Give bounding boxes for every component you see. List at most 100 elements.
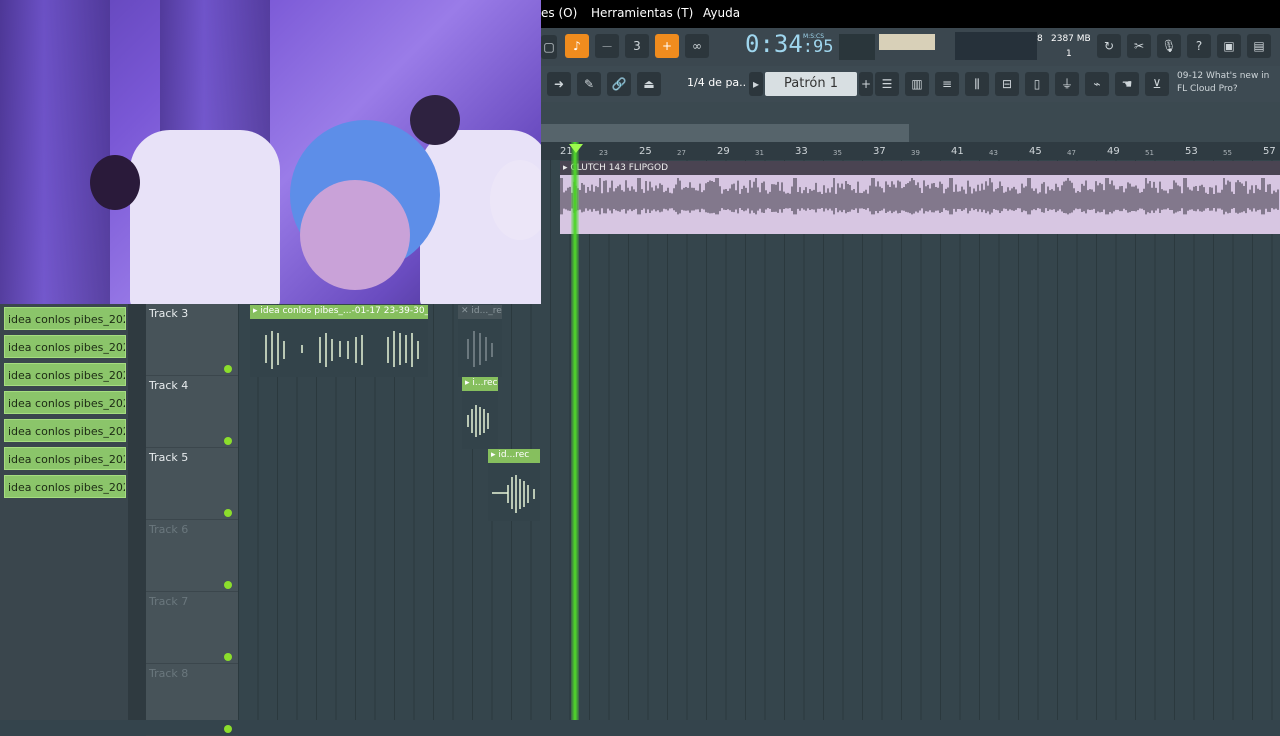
waveform	[467, 331, 493, 367]
stamp-icon[interactable]: ⏏	[637, 72, 661, 96]
hand-icon[interactable]: ☚	[1115, 72, 1139, 96]
waveform	[492, 475, 535, 513]
ruler-bar-43: 43	[989, 149, 998, 157]
webcam-overlay	[0, 0, 541, 304]
track-mute-led[interactable]	[224, 725, 232, 733]
track-mute-led[interactable]	[224, 509, 232, 517]
pencil-icon[interactable]: ✎	[577, 72, 601, 96]
scrollbar-thumb[interactable]	[541, 124, 909, 142]
countdown-icon[interactable]: 3	[625, 34, 649, 58]
mixer-icon[interactable]: ⫼	[965, 72, 989, 96]
track-header-3[interactable]: Track 3	[146, 304, 238, 376]
link-icon[interactable]: 🔗	[607, 72, 631, 96]
track-name: Track 5	[149, 451, 189, 464]
mic-icon[interactable]: 🎙	[1157, 34, 1181, 58]
vertical-scrollbar[interactable]	[128, 304, 146, 720]
clip-list-item[interactable]: idea conlos pibes_2026-...	[4, 475, 126, 498]
ruler-bar-55: 55	[1223, 149, 1232, 157]
clip-list-item[interactable]: idea conlos pibes_2026-...	[4, 363, 126, 386]
menu-bar: es (O) Herramientas (T) Ayuda	[541, 0, 1280, 28]
clip-list-item[interactable]: idea conlos pibes_2026-...	[4, 419, 126, 442]
ruler-bar-27: 27	[677, 149, 686, 157]
audio-clip-track3-ghost[interactable]: ✕ id..._rec	[458, 305, 502, 377]
menu-item-opciones[interactable]: es (O)	[541, 6, 577, 20]
audio-clip-track5[interactable]: ▸ id...rec	[488, 449, 540, 521]
clip-list-item[interactable]: idea conlos pibes_2026-...	[4, 447, 126, 470]
ruler-bar-33: 33	[795, 146, 808, 157]
ruler-bar-39: 39	[911, 149, 920, 157]
ruler-bar-57: 57	[1263, 146, 1276, 157]
cut-icon[interactable]: ✂	[1127, 34, 1151, 58]
menu-item-ayuda[interactable]: Ayuda	[703, 6, 740, 20]
track-name: Track 6	[149, 523, 189, 536]
track-header-5[interactable]: Track 5	[146, 448, 238, 520]
play-small-icon[interactable]: ▸	[749, 72, 763, 96]
ruler-bar-31: 31	[755, 149, 764, 157]
news-panel[interactable]: 09-12 What's new in FL Cloud Pro?	[1177, 70, 1277, 96]
file-icon[interactable]: ▯	[1025, 72, 1049, 96]
playhead[interactable]	[571, 142, 579, 720]
track-headers: Track 3 Track 4 Track 5 Track 6 Track 7 …	[146, 304, 238, 736]
track-name: Track 3	[149, 307, 189, 320]
news-date: 09-12	[1177, 71, 1204, 81]
playhead-marker-icon[interactable]	[569, 144, 583, 153]
snap-selector[interactable]: 1/4 de pa..	[687, 76, 746, 89]
track-mute-led[interactable]	[224, 653, 232, 661]
arrow-right-icon[interactable]: ➜	[547, 72, 571, 96]
polyphony-value: 1	[1066, 49, 1072, 59]
save-icon[interactable]: ▣	[1217, 34, 1241, 58]
channel-rack-icon[interactable]: ≡	[935, 72, 959, 96]
pattern-selector[interactable]: Patrón 1	[765, 72, 857, 96]
metronome-icon[interactable]: ♪	[565, 34, 589, 58]
track-header-4[interactable]: Track 4	[146, 376, 238, 448]
track-name: Track 8	[149, 667, 189, 680]
clip-title: id...rec	[498, 450, 530, 460]
waveform	[467, 405, 489, 437]
horizontal-scrollbar[interactable]	[541, 102, 1280, 142]
ruler-bar-53: 53	[1185, 146, 1198, 157]
clip-list-item[interactable]: idea conlos pibes_2026-...	[4, 307, 126, 330]
track-mute-led[interactable]	[224, 581, 232, 589]
ruler-bar-23: 23	[599, 149, 608, 157]
cart-icon[interactable]: ⊻	[1145, 72, 1169, 96]
loop-record-icon[interactable]: ∞	[685, 34, 709, 58]
playlist-icon[interactable]: ☰	[875, 72, 899, 96]
track-mute-led[interactable]	[224, 365, 232, 373]
master-volume-meter[interactable]	[879, 34, 935, 50]
menu-item-herramientas[interactable]: Herramientas (T)	[591, 6, 693, 20]
undo-icon[interactable]: ↻	[1097, 34, 1121, 58]
clip-list-item[interactable]: idea conlos pibes_2026-...	[4, 335, 126, 358]
clip-list-panel: idea conlos pibes_2026-... idea conlos p…	[0, 304, 128, 720]
track-header-6[interactable]: Track 6	[146, 520, 238, 592]
track-name: Track 4	[149, 379, 189, 392]
timeline-ruler[interactable]: 21 25 29 33 37 41 45 49 53 57 23 27 31 3…	[541, 142, 1280, 160]
ruler-bar-51: 51	[1145, 149, 1154, 157]
track-mute-led[interactable]	[224, 437, 232, 445]
ruler-bar-47: 47	[1067, 149, 1076, 157]
ruler-bar-25: 25	[639, 146, 652, 157]
clip-title: idea conlos pibes_...-01-17 23-39-30_rec	[260, 306, 428, 316]
tempo-icon[interactable]: ⌁	[1085, 72, 1109, 96]
browser-toolbar: ➜ ✎ 🔗 ⏏ 1/4 de pa.. ▸ Patrón 1 + ☰ ▥ ≡ ⫼…	[541, 66, 1280, 102]
export-icon[interactable]: ▤	[1247, 34, 1271, 58]
memory-value: 2387 MB	[1051, 34, 1091, 44]
transport-toolbar: ▢ ♪ ⏤ 3 + ∞ 0:34:95 M:S:CS 8 2387 MB 1 ↻…	[541, 28, 1280, 66]
pattern-song-toggle[interactable]: ▢	[541, 35, 557, 59]
clip-list-item[interactable]: idea conlos pibes_2026-...	[4, 391, 126, 414]
clip-title: i...rec	[472, 378, 498, 388]
track-header-8[interactable]: Track 8	[146, 664, 238, 736]
browser-icon[interactable]: ⊟	[995, 72, 1019, 96]
oscilloscope-icon	[839, 34, 875, 60]
plugin-icon[interactable]: ⏚	[1055, 72, 1079, 96]
audio-clip-track4[interactable]: ▸ i...rec	[462, 377, 498, 449]
audio-clip-track3[interactable]: ▸ idea conlos pibes_...-01-17 23-39-30_r…	[250, 305, 428, 377]
time-unit-label: M:S:CS	[803, 33, 825, 40]
overdub-icon[interactable]: +	[655, 34, 679, 58]
help-icon[interactable]: ?	[1187, 34, 1211, 58]
add-pattern-icon[interactable]: +	[859, 72, 873, 96]
wait-input-icon[interactable]: ⏤	[595, 34, 619, 58]
piano-roll-icon[interactable]: ▥	[905, 72, 929, 96]
cpu-value: 8	[1037, 34, 1043, 44]
track-header-7[interactable]: Track 7	[146, 592, 238, 664]
clutch-audio-clip[interactable]: ▸ CLUTCH 143 FLIPGOD	[560, 161, 1280, 234]
